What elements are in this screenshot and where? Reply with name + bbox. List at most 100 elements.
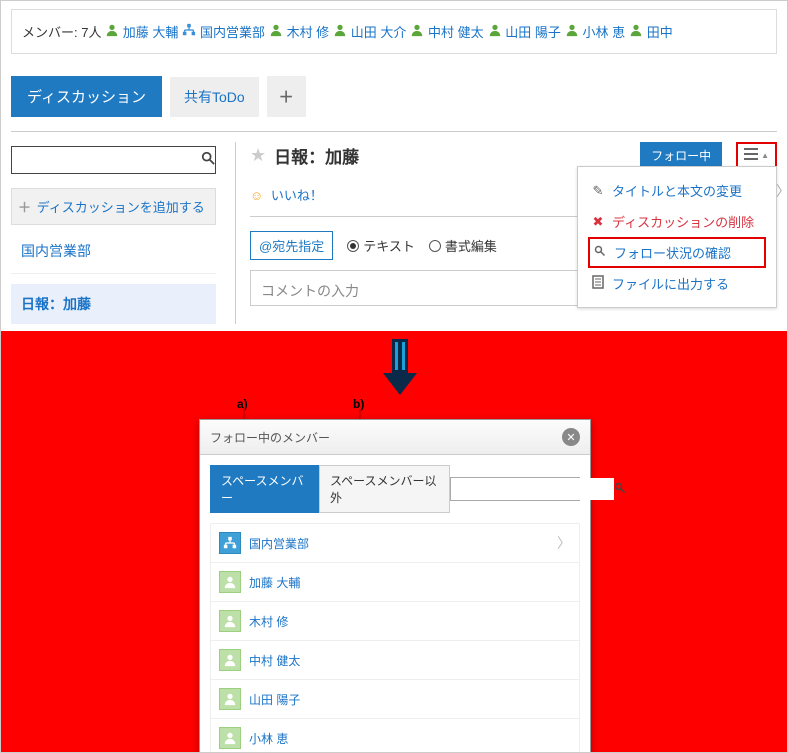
tab-add[interactable]: ＋: [267, 76, 306, 117]
dialog-list-row[interactable]: 中村 健太: [211, 641, 579, 680]
member-item[interactable]: 木村 修: [269, 25, 329, 40]
add-discussion-label: ディスカッションを追加する: [37, 200, 205, 215]
arrow-down-icon: [381, 339, 419, 397]
options-menu: ✎ タイトルと本文の変更 〉 ✖ ディスカッションの削除 フォ: [577, 166, 777, 308]
member-count-label: メンバー: 7人: [22, 25, 101, 40]
org-icon: [182, 25, 196, 40]
tab-shared-todo[interactable]: 共有ToDo: [170, 77, 259, 117]
org-icon: [219, 532, 241, 554]
dialog-list-row[interactable]: 小林 恵: [211, 719, 579, 753]
dialog-row-name: 木村 修: [249, 613, 288, 630]
follow-dialog: フォロー中のメンバー ✕ スペースメンバー スペースメンバー以外 国内営: [199, 419, 591, 753]
sidebar-org-link[interactable]: 国内営業部: [11, 241, 216, 274]
member-name: 小林 恵: [579, 25, 625, 40]
sidebar-selected-item[interactable]: 日報：加藤: [11, 284, 216, 324]
chevron-right-icon: 〉: [776, 181, 788, 201]
dialog-list-row[interactable]: 木村 修: [211, 602, 579, 641]
follow-button[interactable]: フォロー中: [640, 142, 722, 169]
person-icon: [269, 25, 283, 40]
dialog-search[interactable]: [450, 477, 580, 501]
menu-edit-label: タイトルと本文の変更: [612, 181, 742, 200]
person-icon: [219, 727, 241, 749]
person-icon: [333, 25, 347, 40]
person-icon: [488, 25, 502, 40]
dialog-title: フォロー中のメンバー: [210, 429, 330, 446]
sidebar-search[interactable]: [11, 146, 216, 174]
menu-export[interactable]: ファイルに出力する: [588, 268, 766, 299]
sidebar-search-input[interactable]: [12, 147, 200, 173]
chevron-up-icon: ▲: [761, 151, 769, 160]
radio-icon: [347, 240, 359, 252]
mention-button[interactable]: @宛先指定: [250, 231, 333, 260]
menu-follow-status[interactable]: フォロー状況の確認: [588, 237, 766, 268]
member-item[interactable]: 田中: [629, 25, 673, 40]
radio-text-label: テキスト: [363, 236, 415, 255]
person-icon: [219, 649, 241, 671]
member-item[interactable]: 山田 大介: [333, 25, 406, 40]
member-name: 山田 大介: [347, 25, 406, 40]
member-name: 国内営業部: [196, 25, 265, 40]
dialog-list-row[interactable]: 加藤 大輔: [211, 563, 579, 602]
member-name: 山田 陽子: [502, 25, 561, 40]
dialog-close-button[interactable]: ✕: [562, 428, 580, 446]
add-discussion-button[interactable]: ＋ ディスカッションを追加する: [11, 188, 216, 225]
options-button[interactable]: ▲: [736, 142, 777, 169]
menu-edit[interactable]: ✎ タイトルと本文の変更 〉: [588, 175, 766, 206]
radio-rich[interactable]: 書式編集: [429, 236, 497, 255]
menu-delete[interactable]: ✖ ディスカッションの削除: [588, 206, 766, 237]
menu-export-label: ファイルに出力する: [612, 274, 729, 293]
dialog-row-name: 国内営業部: [249, 535, 309, 552]
member-name: 中村 健太: [424, 25, 483, 40]
dialog-row-name: 小林 恵: [249, 730, 288, 747]
person-icon: [629, 25, 643, 40]
x-icon: ✖: [590, 214, 606, 230]
dialog-list: 国内営業部 〉加藤 大輔木村 修中村 健太山田 陽子小林 恵: [210, 523, 580, 753]
magnifier-icon: [592, 245, 608, 260]
person-icon: [105, 25, 119, 40]
menu-follow-status-label: フォロー状況の確認: [614, 243, 731, 262]
radio-rich-label: 書式編集: [445, 236, 497, 255]
dialog-list-row[interactable]: 山田 陽子: [211, 680, 579, 719]
search-icon[interactable]: [614, 482, 626, 497]
main-panel: ★ 日報：加藤 フォロー中 ▲ ✎ タイトルと本文の変更 〉: [236, 142, 777, 324]
tab-discussion[interactable]: ディスカッション: [11, 76, 162, 117]
radio-text[interactable]: テキスト: [347, 236, 415, 255]
like-label: いいね！: [271, 188, 323, 203]
dialog-row-name: 中村 健太: [249, 652, 300, 669]
member-item[interactable]: 小林 恵: [565, 25, 625, 40]
main-tabs: ディスカッション 共有ToDo ＋: [11, 76, 777, 117]
dialog-row-name: 加藤 大輔: [249, 574, 300, 591]
dialog-row-name: 山田 陽子: [249, 691, 300, 708]
chevron-right-icon: 〉: [557, 533, 571, 553]
member-item[interactable]: 加藤 大輔: [105, 25, 178, 40]
pencil-icon: ✎: [590, 183, 606, 199]
star-icon[interactable]: ★: [250, 145, 266, 166]
member-item[interactable]: 中村 健太: [410, 25, 483, 40]
page-title: 日報：加藤: [274, 143, 359, 168]
member-name: 加藤 大輔: [119, 25, 178, 40]
smile-icon: ☺: [250, 188, 263, 203]
person-icon: [219, 571, 241, 593]
person-icon: [565, 25, 579, 40]
plus-icon: ＋: [18, 200, 31, 215]
person-icon: [219, 688, 241, 710]
dialog-tab-other-members[interactable]: スペースメンバー以外: [319, 465, 450, 513]
person-icon: [410, 25, 424, 40]
close-icon: ✕: [566, 431, 575, 444]
dialog-titlebar: フォロー中のメンバー ✕: [200, 420, 590, 455]
person-icon: [219, 610, 241, 632]
dialog-tab-space-members[interactable]: スペースメンバー: [210, 465, 319, 513]
dialog-search-input[interactable]: [451, 478, 614, 500]
member-item[interactable]: 山田 陽子: [488, 25, 561, 40]
search-icon[interactable]: [200, 151, 215, 169]
member-item[interactable]: 国内営業部: [182, 25, 265, 40]
dialog-list-row[interactable]: 国内営業部 〉: [211, 524, 579, 563]
dialog-tabs: スペースメンバー スペースメンバー以外: [210, 465, 580, 513]
sidebar: ＋ ディスカッションを追加する 国内営業部 日報：加藤: [11, 142, 236, 324]
list-icon: [744, 148, 758, 163]
member-bar: メンバー: 7人 加藤 大輔 国内営業部 木村 修 山田 大介 中村 健太 山田…: [11, 9, 777, 54]
member-name: 田中: [643, 25, 673, 40]
menu-delete-label: ディスカッションの削除: [612, 212, 754, 231]
radio-icon: [429, 240, 441, 252]
member-name: 木村 修: [283, 25, 329, 40]
